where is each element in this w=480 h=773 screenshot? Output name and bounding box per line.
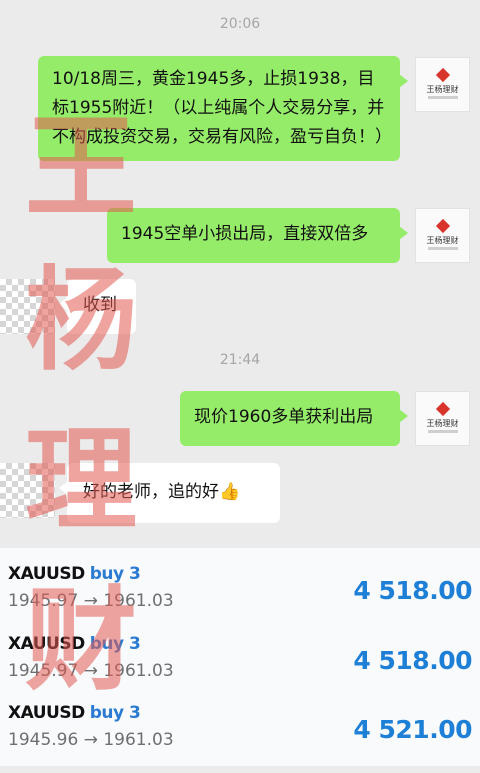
avatar-brand-label: 王杨理财 [426, 85, 459, 94]
timestamp: 21:44 [219, 352, 261, 368]
message-text: 1945空单小损出局，直接双倍多 [121, 224, 369, 244]
avatar-brand-label: 王杨理财 [426, 419, 459, 428]
avatar[interactable]: 王杨理财 [415, 208, 470, 263]
message-text: 10/18周三，黄金1945多，止损1938，目标1955附近！（以上纯属个人交… [52, 69, 392, 147]
avatar[interactable]: 王杨理财 [415, 391, 470, 446]
trade-prices: 1945.97 → 1961.03 [8, 591, 174, 611]
trade-direction: buy 3 [89, 564, 141, 584]
trade-prices: 1945.97 → 1961.03 [8, 661, 174, 681]
message-text: 收到 [83, 295, 117, 315]
trade-profit: 4 521.00 [353, 715, 472, 744]
timestamp: 20:06 [219, 16, 261, 32]
brand-logo-icon [435, 218, 450, 234]
brand-logo-icon [435, 67, 450, 83]
trade-list: XAUUSD buy 3 1945.97 → 1961.03 4 518.00 X… [0, 548, 480, 766]
message-bubble[interactable]: 现价1960多单获利出局 [180, 391, 408, 446]
message-text: 现价1960多单获利出局 [194, 407, 374, 427]
thumbs-up-icon: 👍 [219, 482, 241, 502]
message-bubble[interactable]: 10/18周三，黄金1945多，止损1938，目标1955附近！（以上纯属个人交… [38, 56, 408, 161]
trade-symbol: XAUUSD [8, 634, 85, 654]
trade-profit: 4 518.00 [353, 576, 472, 605]
trade-profit: 4 518.00 [353, 646, 472, 675]
trade-symbol: XAUUSD [8, 564, 85, 584]
trade-row[interactable]: XAUUSD buy 3 1945.96 → 1961.03 4 521.00 [0, 703, 480, 773]
trade-symbol: XAUUSD [8, 703, 85, 723]
trade-row[interactable]: XAUUSD buy 3 1945.97 → 1961.03 4 518.00 [0, 634, 480, 704]
message-bubble[interactable]: 收到 [59, 279, 136, 334]
brand-logo-icon [435, 401, 450, 417]
message-bubble[interactable]: 1945空单小损出局，直接双倍多 [107, 208, 408, 263]
avatar[interactable] [0, 463, 55, 518]
avatar[interactable]: 王杨理财 [415, 57, 470, 112]
message-text: 好的老师，追的好 [83, 482, 219, 502]
chat-area: 20:06 10/18周三，黄金1945多，止损1938，目标1955附近！（以… [0, 0, 480, 548]
trade-prices: 1945.96 → 1961.03 [8, 730, 174, 750]
avatar[interactable] [0, 279, 55, 334]
trade-direction: buy 3 [89, 634, 141, 654]
trade-direction: buy 3 [89, 703, 141, 723]
message-bubble[interactable]: 好的老师，追的好👍 [59, 463, 280, 523]
trade-row[interactable]: XAUUSD buy 3 1945.97 → 1961.03 4 518.00 [0, 564, 480, 634]
avatar-brand-label: 王杨理财 [426, 236, 459, 245]
